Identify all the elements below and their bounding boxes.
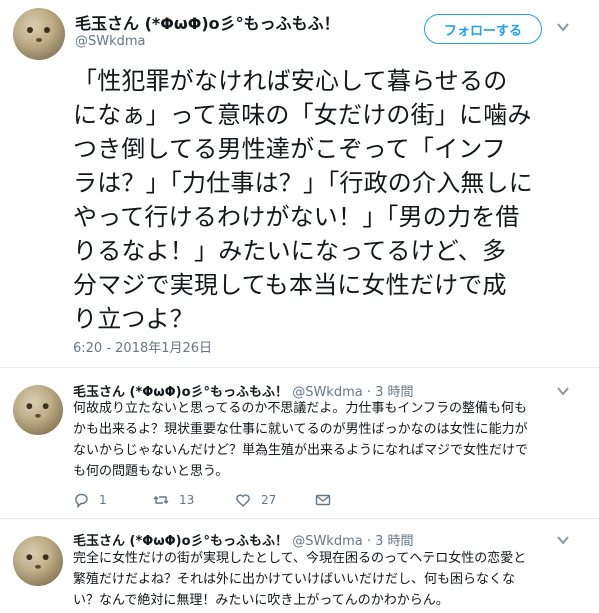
reply-icon — [75, 493, 88, 508]
retweet-count: 13 — [179, 493, 195, 507]
like-action[interactable]: 27 — [235, 492, 315, 508]
tweet-line: り立つよ？ — [73, 305, 194, 333]
tweet-timestamp[interactable]: 6:20 - 2018年1月26日 — [73, 337, 212, 356]
reply-line: も何の問題もないと思う。 — [73, 464, 229, 479]
avatar-face-icon — [26, 403, 49, 418]
retweet-icon — [153, 496, 169, 504]
reply-avatar[interactable] — [13, 385, 63, 435]
caret-down-icon[interactable] — [556, 20, 570, 34]
reply-action[interactable]: 1 — [73, 492, 153, 508]
reply-line: 何故成り立たないと思ってるのか不思議だよ。力仕事もインフラの整備も何も — [73, 401, 527, 416]
reply-author-name[interactable]: 毛玉さん (*ΦωΦ)o彡°もっふもふ！ — [73, 534, 288, 549]
caret-down-icon[interactable] — [556, 384, 570, 398]
like-icon — [236, 494, 250, 507]
avatar[interactable] — [13, 8, 65, 60]
tweet-line: ラは？」「力仕事は？」「行政の介入無しに — [73, 169, 533, 197]
reply-line: ないからじゃないんだけど？単為生殖が出来るようになればマジで女性だけで — [73, 443, 529, 458]
action-bar: 1 13 27 — [73, 490, 331, 510]
tweet-line: 分マジで実現しても本当に女性だけで成 — [73, 271, 507, 299]
dm-icon — [315, 494, 331, 506]
divider — [0, 367, 599, 368]
reply-count: 1 — [99, 493, 107, 507]
reply-line: 繁殖だけだよね？それは外に出かけていけばいいだけだし、何も困らなくな — [73, 572, 516, 587]
author-name[interactable]: 毛玉さん (*ΦωΦ)o彡°もっふもふ！ — [75, 10, 340, 34]
reply-line: 完全に女性だけの街が実現したとして、今現在困るのってヘテロ女性の恋愛と — [73, 551, 527, 566]
tweet-line: 「性犯罪がなければ安心して暮らせるの — [73, 67, 508, 95]
reply-header: 毛玉さん (*ΦωΦ)o彡°もっふもふ！ @SWkdma · 3 時間 — [73, 530, 414, 549]
tweet-line: つき倒してる男性達がこぞって「インフ — [73, 135, 506, 163]
follow-button[interactable]: フォローする — [424, 14, 542, 44]
author-handle[interactable]: @SWkdma — [75, 34, 146, 49]
dm-action[interactable] — [315, 492, 331, 508]
reply-line: かも出来るよ？現状重要な仕事に就いてるのが男性ばっかなのは女性に能力が — [73, 422, 528, 437]
tweet-line: やって行けるわけがない！」「男の力を借 — [73, 203, 520, 231]
tweet-line: になぁ」って意味の「女だけの街」に噛み — [73, 101, 532, 129]
tweet-line: りるなよ！」みたいになってるけど、多 — [73, 237, 507, 265]
reply-meta[interactable]: @SWkdma · 3 時間 — [292, 534, 413, 549]
retweet-action[interactable]: 13 — [153, 492, 235, 508]
avatar-face-icon — [26, 554, 49, 569]
reply-line: い？なんで絶対に無理！みたいに吹き上がってんのかわからん。 — [73, 593, 449, 608]
reply-avatar[interactable] — [13, 536, 63, 586]
like-count: 27 — [261, 493, 277, 507]
divider — [0, 518, 599, 519]
tweet-text: 「性犯罪がなければ安心して暮らせるの になぁ」って意味の「女だけの街」に噛み つ… — [73, 64, 573, 336]
avatar-face-icon — [27, 27, 50, 42]
caret-down-icon[interactable] — [556, 533, 570, 547]
reply-text: 完全に女性だけの街が実現したとして、今現在困るのってヘテロ女性の恋愛と 繁殖だけ… — [73, 548, 588, 611]
reply-text: 何故成り立たないと思ってるのか不思議だよ。力仕事もインフラの整備も何も かも出来… — [73, 398, 588, 482]
